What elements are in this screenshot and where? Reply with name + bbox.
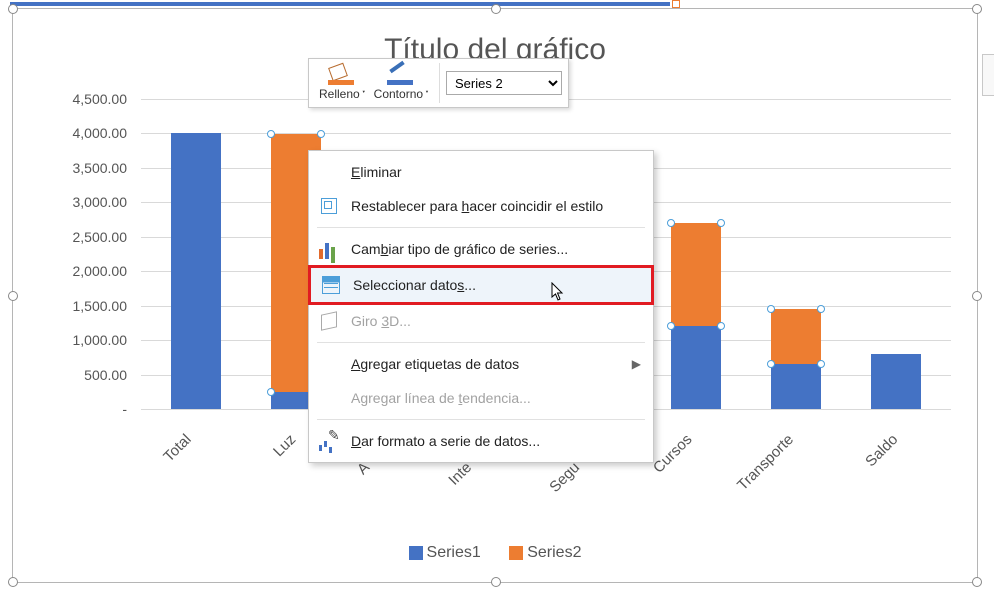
menu-separator	[317, 342, 645, 343]
bar-series2[interactable]	[671, 223, 721, 326]
menu-label: Cambiar tipo de gráfico de series...	[351, 241, 641, 257]
outline-button[interactable]: Contorno▼	[374, 65, 429, 101]
blank-icon	[319, 162, 339, 182]
dropdown-icon: ▼	[362, 89, 366, 94]
resize-handle-ne[interactable]	[972, 4, 982, 14]
x-label: Luz	[270, 431, 299, 460]
bar-series1[interactable]	[671, 326, 721, 409]
context-menu: Eliminar Restablecer para hacer coincidi…	[308, 150, 654, 463]
y-axis: - 500.00 1,000.00 1,500.00 2,000.00 2,50…	[43, 99, 133, 409]
select-data-icon	[321, 275, 341, 295]
menu-separator	[317, 227, 645, 228]
separator	[439, 63, 440, 103]
blank-icon	[319, 388, 339, 408]
y-tick: 1,000.00	[73, 332, 128, 348]
x-label: Inte	[445, 459, 475, 489]
chart-type-icon	[319, 239, 339, 259]
resize-handle-sw[interactable]	[8, 577, 18, 587]
legend-item[interactable]: Series1	[409, 544, 481, 562]
resize-handle-n[interactable]	[491, 4, 501, 14]
y-tick: 2,000.00	[73, 263, 128, 279]
menu-change-chart-type[interactable]: Cambiar tipo de gráfico de series...	[309, 232, 653, 266]
y-tick: 4,000.00	[73, 125, 128, 141]
menu-label: Restablecer para hacer coincidir el esti…	[351, 198, 641, 214]
y-tick: 500.00	[84, 367, 127, 383]
submenu-arrow-icon: ▶	[632, 357, 641, 371]
y-tick: 1,500.00	[73, 298, 128, 314]
y-tick: 2,500.00	[73, 229, 128, 245]
resize-handle-e[interactable]	[972, 291, 982, 301]
resize-handle-w[interactable]	[8, 291, 18, 301]
menu-label: Eliminar	[351, 164, 641, 180]
y-tick: -	[122, 401, 127, 417]
fill-button[interactable]: Relleno▼	[319, 65, 366, 101]
resize-handle-s[interactable]	[491, 577, 501, 587]
resize-handle-nw[interactable]	[8, 4, 18, 14]
menu-label: Agregar etiquetas de datos	[351, 356, 632, 372]
y-tick: 4,500.00	[73, 91, 128, 107]
menu-label: Seleccionar datos...	[353, 277, 639, 293]
legend-swatch-icon	[409, 546, 423, 560]
blank-icon	[319, 354, 339, 374]
menu-add-trendline: Agregar línea de tendencia...	[309, 381, 653, 415]
outline-icon	[387, 65, 415, 85]
bar-series1[interactable]	[171, 133, 221, 409]
dropdown-icon: ▼	[425, 89, 429, 94]
cube-3d-icon	[319, 311, 339, 331]
menu-label: Agregar línea de tendencia...	[351, 390, 641, 406]
chart-legend[interactable]: Series1 Series2	[13, 544, 977, 562]
fill-icon	[328, 65, 356, 85]
x-label: Segu	[546, 459, 583, 496]
x-label: Transporte	[734, 431, 797, 494]
menu-delete[interactable]: Eliminar	[309, 155, 653, 189]
menu-label: Dar formato a serie de datos...	[351, 433, 641, 449]
menu-label: Giro 3D...	[351, 313, 641, 329]
menu-separator	[317, 419, 645, 420]
y-tick: 3,000.00	[73, 194, 128, 210]
format-series-icon	[319, 431, 339, 451]
legend-label: Series2	[527, 544, 581, 561]
menu-3d-rotation: Giro 3D...	[309, 304, 653, 338]
x-label: Cursos	[650, 431, 696, 477]
y-tick: 3,500.00	[73, 160, 128, 176]
x-label: Total	[160, 431, 194, 465]
x-label: Saldo	[862, 431, 901, 470]
legend-swatch-icon	[509, 546, 523, 560]
resize-handle-se[interactable]	[972, 577, 982, 587]
fill-label: Relleno	[319, 87, 360, 101]
mini-toolbar: Relleno▼ Contorno▼ Series 2	[308, 58, 569, 108]
bar-series2[interactable]	[771, 309, 821, 364]
reset-style-icon	[319, 196, 339, 216]
side-scroll-fragment	[982, 54, 994, 96]
series-selector[interactable]: Series 2	[446, 71, 562, 95]
legend-label: Series1	[427, 544, 481, 561]
outline-label: Contorno	[374, 87, 423, 101]
bar-series1[interactable]	[771, 364, 821, 409]
menu-add-data-labels[interactable]: Agregar etiquetas de datos ▶	[309, 347, 653, 381]
menu-reset-style[interactable]: Restablecer para hacer coincidir el esti…	[309, 189, 653, 223]
menu-format-series[interactable]: Dar formato a serie de datos...	[309, 424, 653, 458]
menu-select-data[interactable]: Seleccionar datos...	[308, 265, 654, 305]
legend-item[interactable]: Series2	[509, 544, 581, 562]
bar-series1[interactable]	[871, 354, 921, 409]
